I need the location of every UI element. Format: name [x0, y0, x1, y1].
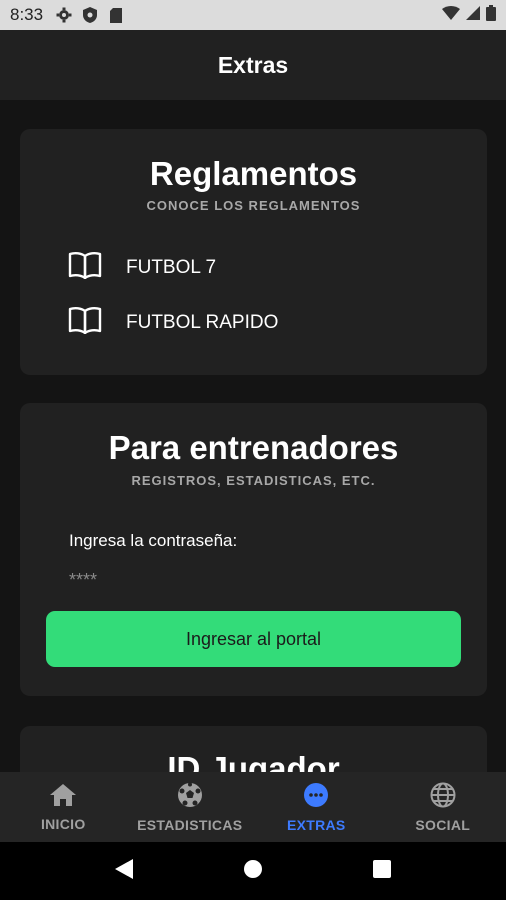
- battery-icon: [486, 4, 496, 26]
- jugador-card: ID Jugador: [20, 726, 487, 772]
- password-label: Ingresa la contraseña:: [69, 531, 238, 550]
- nav-label: EXTRAS: [286, 816, 346, 833]
- page-title: Extras: [217, 51, 289, 78]
- nav-label: ESTADISTICAS: [137, 816, 243, 833]
- entrenadores-card: Para entrenadores REGISTROS, ESTADISTICA…: [20, 403, 487, 696]
- password-input[interactable]: [69, 565, 429, 595]
- nav-item-inicio[interactable]: INICIO: [0, 772, 127, 842]
- nav-item-estadisticas[interactable]: ESTADISTICAS: [127, 772, 254, 842]
- home-circle-icon[interactable]: [243, 859, 263, 884]
- sd-card-icon: [107, 6, 125, 24]
- jugador-title: ID Jugador: [167, 750, 340, 772]
- nav-item-extras[interactable]: EXTRAS: [253, 772, 380, 842]
- book-icon: [68, 306, 102, 339]
- nav-item-social[interactable]: SOCIAL: [380, 772, 506, 842]
- bottom-nav: INICIO ESTADISTICAS EXTRAS SOCIAL: [0, 772, 506, 842]
- reglamentos-card: Reglamentos CONOCE LOS REGLAMENTOS FUTBO…: [20, 129, 487, 375]
- rule-item-label: FUTBOL 7: [126, 256, 217, 278]
- status-bar: 8:33: [0, 0, 506, 30]
- book-icon: [68, 251, 102, 284]
- wifi-icon: [442, 5, 460, 25]
- nav-label: INICIO: [40, 815, 86, 832]
- entrenadores-subtitle: REGISTROS, ESTADISTICAS, ETC.: [131, 473, 376, 488]
- rule-item-futbol-rapido[interactable]: FUTBOL RAPIDO: [68, 306, 278, 339]
- system-nav-bar: [0, 842, 506, 900]
- entrenadores-title: Para entrenadores: [108, 429, 399, 466]
- rule-item-label: FUTBOL RAPIDO: [126, 311, 279, 333]
- content-scroll[interactable]: Reglamentos CONOCE LOS REGLAMENTOS FUTBO…: [0, 100, 506, 772]
- enter-portal-button[interactable]: Ingresar al portal: [46, 611, 461, 667]
- recents-square-icon[interactable]: [373, 859, 391, 883]
- nav-label: SOCIAL: [415, 816, 471, 833]
- back-icon[interactable]: [115, 858, 133, 884]
- rule-item-futbol-7[interactable]: FUTBOL 7: [68, 251, 216, 284]
- signal-icon: [466, 5, 480, 25]
- app-bar: Extras: [0, 30, 506, 100]
- home-icon: [49, 783, 77, 812]
- globe-icon: [430, 782, 456, 813]
- soccer-ball-icon: [177, 782, 203, 813]
- reglamentos-title: Reglamentos: [149, 155, 358, 192]
- settings-gear-icon: [55, 6, 73, 24]
- status-time: 8:33: [10, 5, 44, 24]
- reglamentos-subtitle: CONOCE LOS REGLAMENTOS: [146, 198, 361, 213]
- shield-icon: [81, 6, 99, 24]
- more-icon: [303, 782, 329, 813]
